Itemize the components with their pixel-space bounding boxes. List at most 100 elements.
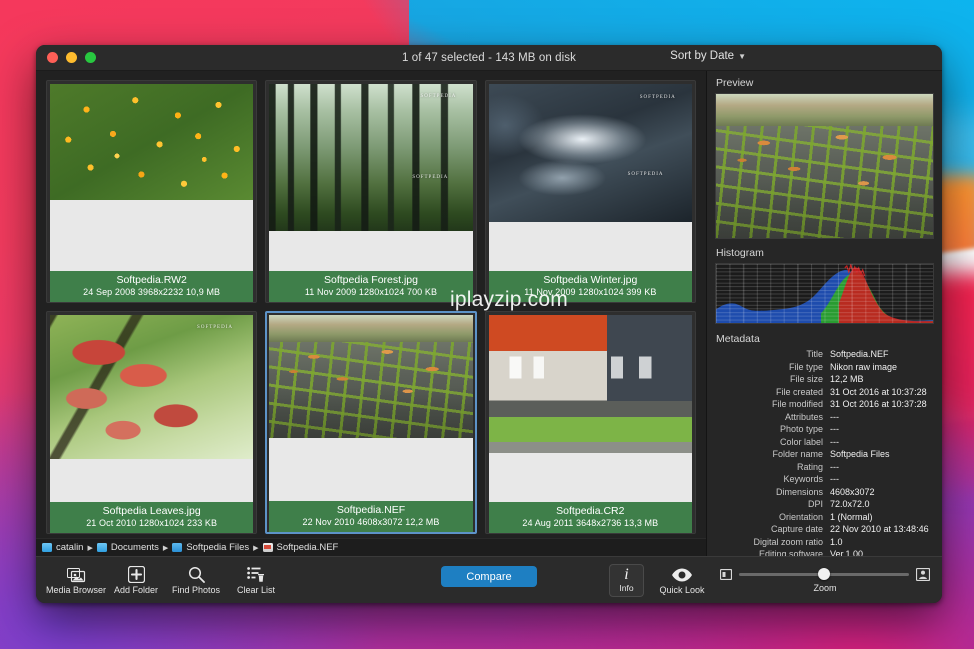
- media-browser-label: Media Browser: [45, 585, 107, 595]
- metadata-value: 1 (Normal): [830, 511, 873, 522]
- info-button[interactable]: i Info: [609, 563, 644, 597]
- media-browser-button[interactable]: Media Browser: [45, 565, 107, 595]
- thumbnail-image: SOFTPEDIA SOFTPEDIA: [269, 84, 473, 232]
- sort-menu-label: Sort by Date: [670, 50, 735, 62]
- thumbnail-image: SOFTPEDIA SOFTPEDIA: [488, 84, 692, 223]
- thumbnail-filename: Softpedia Leaves.jpg: [102, 504, 201, 517]
- close-button[interactable]: [47, 52, 58, 63]
- metadata-key: File modified: [771, 399, 823, 410]
- thumbnail-image-area: SOFTPEDIA SOFTPEDIA: [488, 84, 692, 271]
- find-photos-button[interactable]: Find Photos: [168, 565, 224, 595]
- clear-list-button[interactable]: Clear List: [228, 565, 284, 595]
- thumbnail-image: [488, 315, 692, 454]
- breadcrumb-item-softpedia-files[interactable]: Softpedia Files: [172, 542, 249, 553]
- image-watermark: SOFTPEDIA: [412, 175, 449, 181]
- zoom-slider-knob[interactable]: [818, 568, 830, 580]
- metadata-value: ---: [830, 424, 839, 435]
- info-label: Info: [619, 583, 634, 593]
- thumbnail-caption: Softpedia.CR2 24 Aug 2011 3648x2736 13,3…: [488, 501, 692, 533]
- thumbnail-meta: 21 Oct 2010 1280x1024 233 KB: [86, 517, 218, 528]
- quick-look-button[interactable]: Quick Look: [654, 565, 710, 595]
- thumbnail-pane: Softpedia.RW2 24 Sep 2008 3968x2232 10,9…: [36, 71, 707, 556]
- thumbnail-item[interactable]: SOFTPEDIA SOFTPEDIA Softpedia Winter.jpg…: [484, 80, 696, 303]
- traffic-lights: [36, 52, 96, 63]
- thumbnail-item[interactable]: SOFTPEDIA SOFTPEDIA Softpedia Forest.jpg…: [265, 80, 477, 303]
- thumbnail-image: [269, 315, 473, 438]
- thumbnail-filename: Softpedia Forest.jpg: [324, 273, 418, 286]
- thumbnail-image-area: [269, 315, 473, 501]
- metadata-key: Capture date: [770, 524, 823, 535]
- thumbnail-item[interactable]: SOFTPEDIA Softpedia Leaves.jpg 21 Oct 20…: [46, 311, 258, 534]
- thumbnail-meta: 11 Nov 2009 1280x1024 700 KB: [304, 286, 438, 297]
- photo-pavement-preview: [716, 94, 933, 238]
- compare-button[interactable]: Compare: [441, 566, 537, 587]
- toolbar-left-group: Media Browser Add Folder Find Photos Cle…: [45, 565, 284, 595]
- breadcrumb-label: Softpedia Files: [186, 542, 250, 553]
- minimize-button[interactable]: [66, 52, 77, 63]
- histogram-gridlines: [716, 263, 933, 324]
- metadata-value: ---: [830, 474, 839, 485]
- folder-icon: [42, 543, 52, 552]
- thumbnail-item[interactable]: Softpedia.CR2 24 Aug 2011 3648x2736 13,3…: [484, 311, 696, 534]
- thumbnail-item-selected[interactable]: Softpedia.NEF 22 Nov 2010 4608x3072 12,2…: [265, 311, 477, 534]
- chevron-right-icon: ▶: [253, 544, 259, 552]
- metadata-value: 1.0: [830, 536, 843, 547]
- thumbnail-caption: Softpedia.RW2 24 Sep 2008 3968x2232 10,9…: [50, 270, 254, 302]
- metadata-value: 72.0x72.0: [830, 499, 870, 510]
- breadcrumb: catalin ▶ Documents ▶ Softpedia Files ▶ …: [36, 538, 706, 556]
- thumbnail-caption: Softpedia Forest.jpg 11 Nov 2009 1280x10…: [269, 270, 473, 302]
- file-icon: [262, 543, 273, 552]
- folder-icon: [96, 543, 107, 552]
- metadata-value: 4608x3072: [830, 486, 875, 497]
- metadata-key: Dimensions: [775, 486, 823, 497]
- app-window: 1 of 47 selected - 143 MB on disk Sort b…: [36, 45, 942, 603]
- thumbnail-filename: Softpedia.CR2: [556, 504, 625, 517]
- image-watermark: SOFTPEDIA: [639, 95, 676, 101]
- thumbnail-meta: 22 Nov 2010 4608x3072 12,2 MB: [302, 516, 440, 527]
- add-folder-button[interactable]: Add Folder: [108, 565, 164, 595]
- metadata-value: Softpedia Files: [830, 449, 890, 460]
- metadata-list: Title Softpedia.NEF File type Nikon raw …: [715, 349, 934, 556]
- small-thumbnail-icon[interactable]: [720, 568, 732, 580]
- clear-list-label: Clear List: [236, 585, 275, 595]
- preview-image: [715, 93, 934, 239]
- window-body: Softpedia.RW2 24 Sep 2008 3968x2232 10,9…: [36, 71, 942, 556]
- large-thumbnail-icon[interactable]: [916, 567, 930, 581]
- photo-leaves: SOFTPEDIA: [50, 315, 254, 459]
- metadata-key: Keywords: [783, 474, 823, 485]
- photo-winter: SOFTPEDIA SOFTPEDIA: [488, 84, 692, 223]
- media-browser-icon: [66, 565, 86, 584]
- breadcrumb-item-documents[interactable]: Documents: [96, 542, 159, 553]
- sort-by-date-menu[interactable]: Sort by Date ▼: [670, 50, 746, 62]
- metadata-value: 31 Oct 2016 at 10:37:28: [830, 386, 927, 397]
- search-icon: [188, 565, 205, 584]
- breadcrumb-item-file[interactable]: Softpedia.NEF: [262, 542, 338, 553]
- zoom-label: Zoom: [813, 582, 837, 593]
- thumbnail-meta: 11 Nov 2009 1280x1024 399 KB: [524, 286, 657, 297]
- metadata-key: Digital zoom ratio: [753, 536, 823, 547]
- window-titlebar: 1 of 47 selected - 143 MB on disk Sort b…: [36, 45, 942, 71]
- metadata-key: File created: [775, 386, 823, 397]
- metadata-key: Folder name: [772, 449, 823, 460]
- metadata-key: File size: [789, 374, 823, 385]
- maximize-button[interactable]: [85, 52, 96, 63]
- metadata-value: 12,2 MB: [830, 374, 864, 385]
- thumbnail-image: [50, 84, 254, 200]
- toolbar-right-group: i Info Quick Look Zoom: [609, 557, 930, 603]
- thumbnail-meta: 24 Sep 2008 3968x2232 10,9 MB: [83, 286, 221, 297]
- zoom-slider-track[interactable]: [739, 568, 909, 580]
- metadata-key: Title: [806, 349, 823, 360]
- folder-icon: [172, 543, 183, 552]
- metadata-value: ---: [830, 411, 839, 422]
- eye-icon: [671, 565, 693, 584]
- thumbnail-meta: 24 Aug 2011 3648x2736 13,3 MB: [522, 517, 659, 528]
- metadata-value: Softpedia.NEF: [830, 349, 889, 360]
- metadata-value: 31 Oct 2016 at 10:37:28: [830, 399, 927, 410]
- metadata-key: Editing software: [758, 549, 823, 556]
- inspector-panel: Preview Histogram Metadata Title Softped…: [707, 71, 942, 556]
- thumbnail-item[interactable]: Softpedia.RW2 24 Sep 2008 3968x2232 10,9…: [46, 80, 258, 303]
- breadcrumb-item-catalin[interactable]: catalin: [42, 542, 83, 553]
- chevron-down-icon: ▼: [738, 51, 746, 61]
- photo-pavement: [269, 315, 473, 438]
- histogram-section-title: Histogram: [716, 246, 764, 259]
